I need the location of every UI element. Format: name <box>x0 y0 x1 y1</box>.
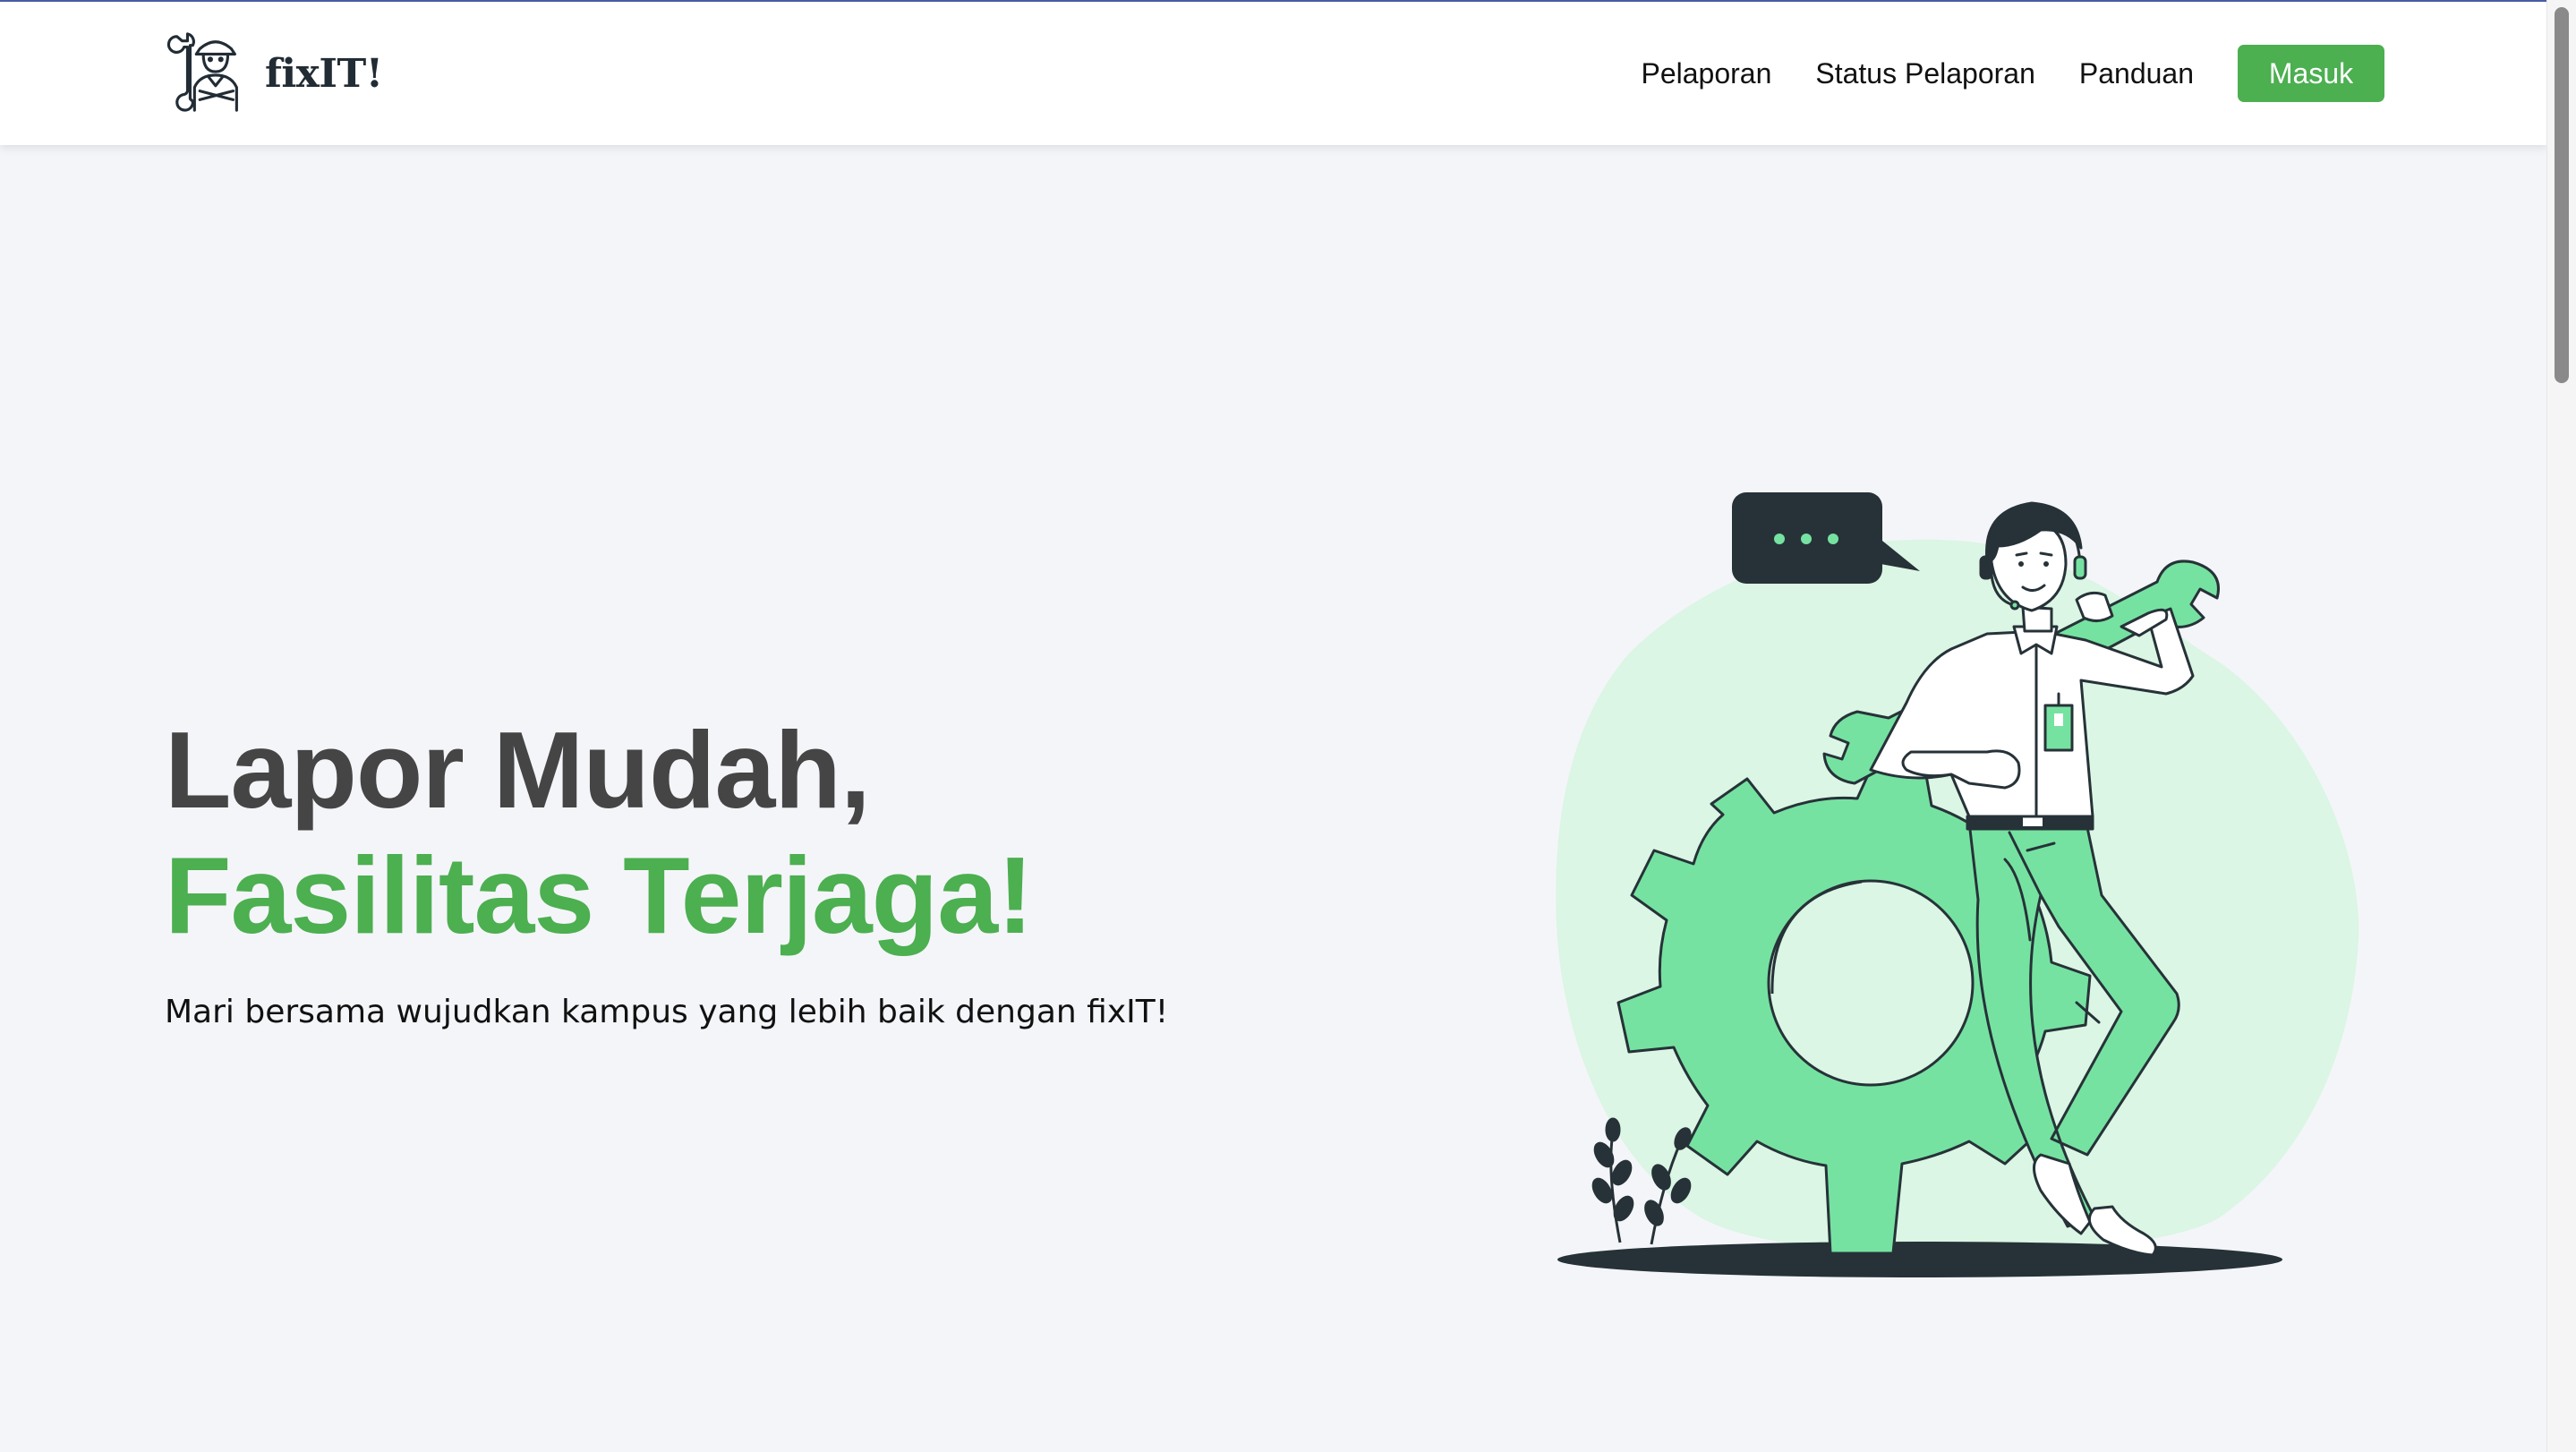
vertical-scrollbar[interactable] <box>2546 0 2576 1452</box>
mechanic-icon <box>166 32 238 112</box>
nav-pelaporan[interactable]: Pelaporan <box>1641 57 1771 90</box>
login-button[interactable]: Masuk <box>2238 45 2384 102</box>
hero-section: Lapor Mudah, Fasilitas Terjaga! Mari ber… <box>165 707 1168 1030</box>
scrollbar-thumb[interactable] <box>2555 7 2569 383</box>
brand-name: fixIT! <box>265 50 383 97</box>
hero-illustration <box>1504 474 2399 1280</box>
hero-title-line2: Fasilitas Terjaga! <box>165 834 1034 956</box>
nav-panduan[interactable]: Panduan <box>2079 57 2194 90</box>
brand-logo[interactable]: fixIT! <box>165 29 383 118</box>
main-navigation: Pelaporan Status Pelaporan Panduan Masuk <box>1641 45 2384 102</box>
hero-title-line1: Lapor Mudah, <box>165 709 871 831</box>
navbar: fixIT! Pelaporan Status Pelaporan Pandua… <box>0 2 2547 145</box>
ground-shadow <box>1557 1242 2282 1277</box>
technician-gear-illustration <box>1556 492 2359 1277</box>
hero-subtitle: Mari bersama wujudkan kampus yang lebih … <box>165 994 1169 1030</box>
nav-status-pelaporan[interactable]: Status Pelaporan <box>1815 57 2035 90</box>
